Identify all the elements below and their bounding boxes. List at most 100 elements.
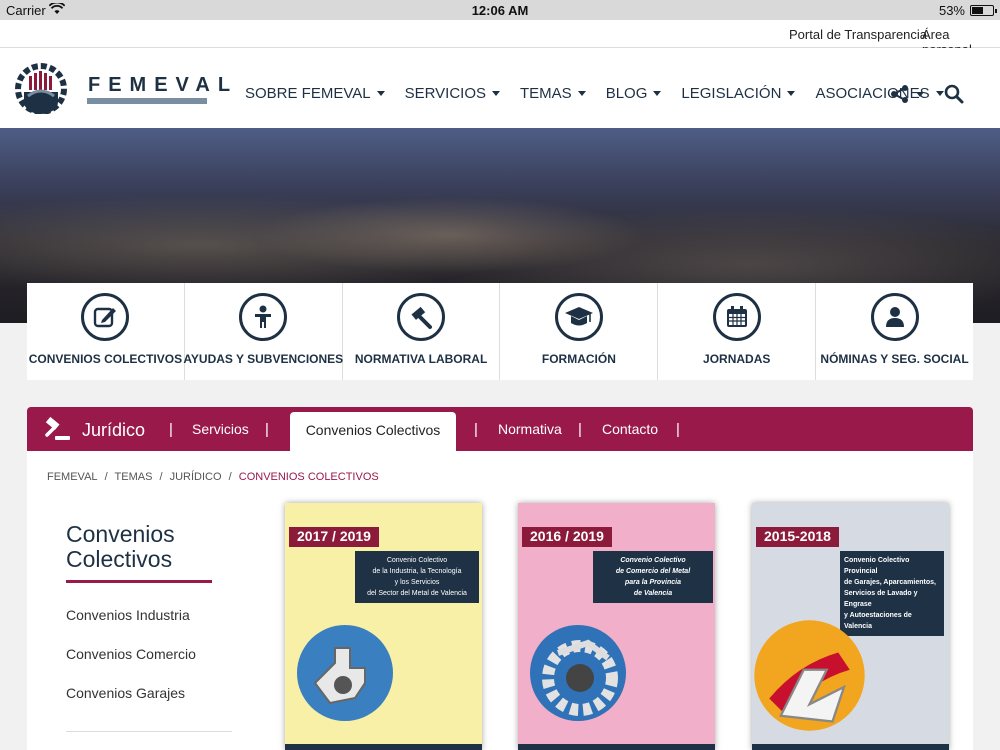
transparency-portal-link[interactable]: Portal de Transparencia [789,27,927,42]
section-nav-bar: Jurídico | Servicios | Convenios Colecti… [27,407,973,451]
main-content: FEMEVAL / TEMAS / JURÍDICO / CONVENIOS C… [27,451,973,750]
cover-bottom-bar [752,744,949,750]
nav-sobre-femeval[interactable]: SOBRE FEMEVAL [245,85,385,102]
cover-text: Convenio Colectivo [620,557,686,564]
sidebar-divider [66,731,232,732]
feature-convenios[interactable]: CONVENIOS COLECTIVOS [27,283,185,380]
breadcrumb-current: CONVENIOS COLECTIVOS [238,471,379,483]
nav-blog[interactable]: BLOG [606,85,662,102]
chevron-down-icon [787,91,796,96]
femeval-logo[interactable]: FEMEVAL [14,62,230,115]
calendar-icon [712,293,761,341]
breadcrumb: FEMEVAL / TEMAS / JURÍDICO / CONVENIOS C… [47,471,383,483]
sidebar-title-line: Colectivos [66,546,173,572]
section-title: Jurídico [82,420,146,440]
sidebar-title-underline [66,580,212,583]
chevron-down-icon [376,91,385,96]
separator: | [169,421,173,438]
cover-bottom-bar [285,744,482,750]
site-header: FEMEVAL SOBRE FEMEVAL SERVICIOS TEMAS BL… [0,48,1000,128]
breadcrumb-temas[interactable]: TEMAS [115,471,153,483]
logo-text: FEMEVAL [88,74,239,96]
feature-strip: CONVENIOS COLECTIVOS AYUDAS Y SUBVENCION… [27,283,973,380]
cover-text: de Valencia [633,590,673,597]
chevron-down-icon [653,91,662,96]
sidebar-title-line: Convenios [66,521,175,547]
cover-text: Convenio Colectivo Provincial [844,557,910,575]
gavel-icon [397,293,446,341]
share-icon [891,85,908,103]
tab-convenios-colectivos[interactable]: Convenios Colectivos [290,412,456,451]
feature-label: FORMACIÓN [541,352,616,366]
search-icon[interactable] [944,84,964,104]
breadcrumb-femeval[interactable]: FEMEVAL [47,471,98,483]
gear-emblem-icon [530,625,626,721]
cover-text: y Autoestaciones de Valencia [844,612,912,630]
separator: | [578,421,582,438]
main-nav: SOBRE FEMEVAL SERVICIOS TEMAS BLOG LEGIS… [245,85,964,102]
nav-asociaciones[interactable]: ASOCIACIONES [815,85,944,102]
nav-servicios[interactable]: SERVICIOS [404,85,501,102]
feature-formacion[interactable]: FORMACIÓN [500,283,659,380]
tab-contacto[interactable]: Contacto [602,421,658,437]
tab-servicios[interactable]: Servicios [192,421,249,437]
nav-label: TEMAS [520,85,572,102]
separator: | [265,421,269,438]
edit-icon [81,293,130,341]
cover-garajes[interactable]: 2015-2018 Convenio Colectivo Provincial … [752,503,949,750]
cover-text: Servicios de Lavado y Engrase [844,590,918,608]
breadcrumb-juridico[interactable]: JURÍDICO [170,471,222,483]
sidebar-link-garajes[interactable]: Convenios Garajes [66,685,185,701]
breadcrumb-separator: / [104,471,108,483]
logo-underline [87,98,207,104]
cover-title-box: Convenio Colectivo de Comercio del Metal… [593,551,713,603]
cover-title-box: Convenio Colectivo Provincial de Garajes… [840,551,944,636]
nav-legislacion[interactable]: LEGISLACIÓN [681,85,796,102]
feature-ayudas[interactable]: AYUDAS Y SUBVENCIONES [183,283,343,380]
cover-text: Convenio Colectivo [386,557,448,564]
gavel-icon [45,416,70,440]
feature-jornadas[interactable]: JORNADAS [658,283,817,380]
cover-comercio[interactable]: 2016 / 2019 Convenio Colectivo de Comerc… [518,503,715,750]
feature-label: AYUDAS Y SUBVENCIONES [183,352,344,366]
status-bar: Carrier 12:06 AM 53% [0,0,1000,20]
share-menu[interactable] [890,84,924,104]
cover-industria[interactable]: 2017 / 2019 Convenio Colectivo de la Ind… [285,503,482,750]
utility-bar: Portal de Transparencia Área personal [0,20,1000,57]
cover-text: de Comercio del Metal [615,568,691,575]
nav-label: SERVICIOS [404,85,487,102]
feature-normativa[interactable]: NORMATIVA LABORAL [343,283,501,380]
cover-year: 2015-2018 [756,527,839,547]
gear-emblem-icon [297,625,393,721]
cover-title-box: Convenio Colectivo de la Industria, la T… [355,551,479,603]
chevron-down-icon [577,91,586,96]
clock: 12:06 AM [471,3,529,18]
sidebar-title: Convenios Colectivos [66,522,175,572]
person-icon [239,293,288,341]
battery-percent: 53% [938,3,965,18]
sidebar-link-comercio[interactable]: Convenios Comercio [66,646,196,662]
feature-nominas[interactable]: NÓMINAS Y SEG. SOCIAL [816,283,973,380]
cover-text: de la Industria, la Tecnología [372,568,462,575]
feature-label: NÓMINAS Y SEG. SOCIAL [820,352,969,366]
nav-label: LEGISLACIÓN [681,85,782,102]
car-emblem-icon [754,620,865,731]
sidebar-link-industria[interactable]: Convenios Industria [66,607,190,623]
nav-label: SOBRE FEMEVAL [245,85,371,102]
logo-gear-icon [15,63,67,115]
chevron-down-icon [935,91,944,96]
cover-text: para la Provincia [624,579,682,586]
cover-bottom-bar [518,744,715,750]
feature-label: CONVENIOS COLECTIVOS [28,352,183,366]
cover-text: del Sector del Metal de Valencia [367,590,467,597]
feature-label: JORNADAS [703,352,771,366]
nav-temas[interactable]: TEMAS [520,85,586,102]
separator: | [474,421,478,438]
nav-label: BLOG [605,85,648,102]
feature-label: NORMATIVA LABORAL [354,352,488,366]
tab-normativa[interactable]: Normativa [498,421,562,437]
cover-text: de Garajes, Aparcamientos, [844,579,936,586]
breadcrumb-separator: / [228,471,232,483]
chevron-down-icon [492,91,501,96]
breadcrumb-separator: / [159,471,163,483]
